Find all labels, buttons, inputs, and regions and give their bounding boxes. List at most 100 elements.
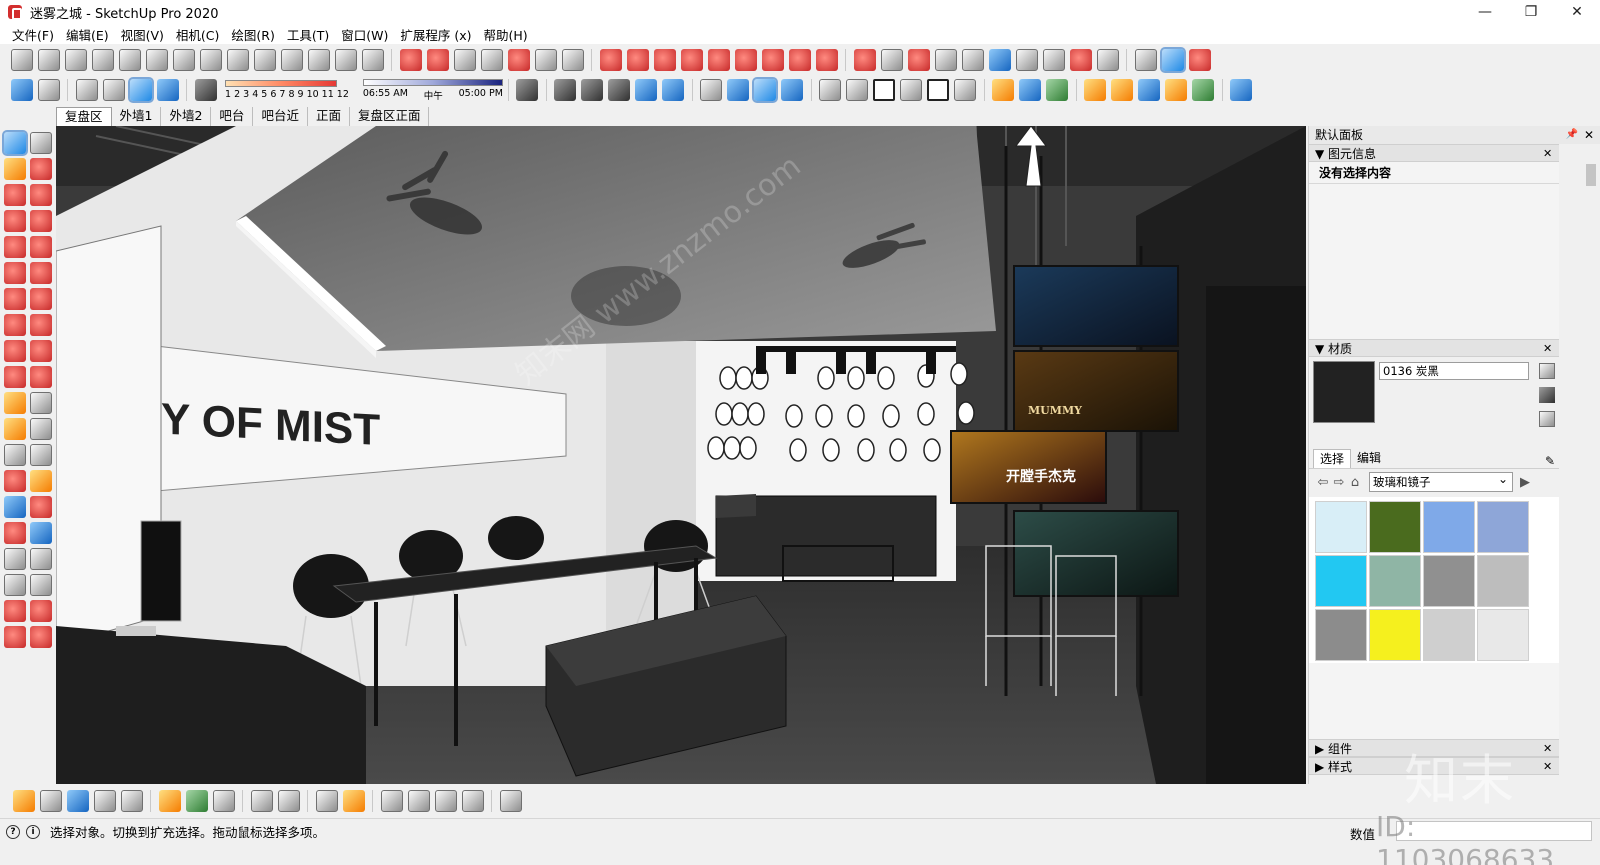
plugin-tool-icon[interactable] bbox=[788, 49, 811, 71]
axes-tool-icon[interactable] bbox=[4, 444, 26, 466]
section-plane-icon[interactable] bbox=[253, 49, 276, 71]
create-material-icon[interactable] bbox=[1539, 363, 1555, 379]
camera-icon[interactable] bbox=[120, 790, 143, 812]
material-swatch-item[interactable] bbox=[1477, 609, 1529, 661]
follow-me-tool-icon[interactable] bbox=[30, 340, 52, 362]
material-swatch[interactable] bbox=[1313, 361, 1375, 423]
select-tool-icon[interactable] bbox=[2, 130, 28, 156]
axes-icon[interactable] bbox=[700, 79, 723, 101]
push-pull-tool-icon[interactable] bbox=[30, 314, 52, 336]
view-iso-icon[interactable] bbox=[554, 79, 577, 101]
plugin-tool-icon[interactable] bbox=[1042, 49, 1065, 71]
menu-help[interactable]: 帮助(H) bbox=[478, 25, 534, 44]
back-arrow-icon[interactable]: ⇦ bbox=[1315, 475, 1331, 490]
section-plane-icon[interactable] bbox=[280, 49, 303, 71]
move-tool-icon[interactable] bbox=[4, 314, 26, 336]
plugin-tool-icon[interactable] bbox=[880, 49, 903, 71]
sample-paint-icon[interactable] bbox=[1539, 387, 1555, 403]
plugin-tool-icon[interactable] bbox=[561, 49, 584, 71]
layout-icon[interactable] bbox=[380, 790, 403, 812]
material-swatch-item[interactable] bbox=[1369, 609, 1421, 661]
view-front-icon[interactable] bbox=[608, 79, 631, 101]
info-icon[interactable] bbox=[342, 790, 365, 812]
menu-camera[interactable]: 相机(C) bbox=[170, 25, 225, 44]
entity-info-close-button[interactable]: ✕ bbox=[1543, 145, 1555, 163]
sandbox-tool-icon[interactable] bbox=[1084, 79, 1107, 101]
plugin-tool-icon[interactable] bbox=[1188, 49, 1211, 71]
previous-view-icon[interactable] bbox=[30, 522, 52, 544]
house-icon[interactable] bbox=[900, 79, 923, 101]
shadow-date-slider[interactable]: 1 2 3 4 5 6 7 8 9 10 11 12 bbox=[225, 80, 349, 100]
home-icon[interactable]: ⌂ bbox=[1347, 475, 1363, 490]
zoom-extents-icon[interactable] bbox=[4, 522, 26, 544]
menu-tools[interactable]: 工具(T) bbox=[281, 25, 335, 44]
user-icon[interactable] bbox=[1192, 79, 1215, 101]
plugin-tool-icon[interactable] bbox=[853, 49, 876, 71]
material-swatch-item[interactable] bbox=[1315, 555, 1367, 607]
plugin-tool-icon[interactable] bbox=[934, 49, 957, 71]
globe-icon[interactable] bbox=[499, 790, 522, 812]
ruby-console-icon[interactable] bbox=[30, 626, 52, 648]
section-plane-icon[interactable] bbox=[199, 49, 222, 71]
plugin-tool-icon[interactable] bbox=[1096, 49, 1119, 71]
house-icon[interactable] bbox=[954, 79, 977, 101]
section-plane-icon[interactable] bbox=[37, 49, 60, 71]
plugin-tool-icon[interactable] bbox=[1134, 49, 1157, 71]
eraser-icon[interactable] bbox=[30, 158, 52, 180]
entity-info-header[interactable]: ▼ 图元信息 ✕ bbox=[1309, 144, 1559, 162]
plugin-tool-icon[interactable] bbox=[1015, 49, 1038, 71]
close-button[interactable]: ✕ bbox=[1554, 0, 1600, 24]
plugin-tool-icon[interactable] bbox=[507, 49, 530, 71]
sliders-icon[interactable] bbox=[277, 790, 300, 812]
plugin-tool-icon[interactable] bbox=[961, 49, 984, 71]
tray-scrollbar[interactable] bbox=[1584, 152, 1598, 792]
material-swatch-item[interactable] bbox=[1315, 501, 1367, 553]
settings-icon[interactable] bbox=[212, 790, 235, 812]
zoom-window-icon[interactable] bbox=[30, 496, 52, 518]
section-plane-icon[interactable] bbox=[118, 49, 141, 71]
geo-location-icon[interactable]: ? bbox=[6, 824, 20, 839]
plugin-tool-icon[interactable] bbox=[399, 49, 422, 71]
rotated-rectangle-icon[interactable] bbox=[30, 210, 52, 232]
refresh-icon[interactable] bbox=[39, 790, 62, 812]
plugin-tool-icon[interactable] bbox=[761, 49, 784, 71]
orbit-tool-icon[interactable] bbox=[4, 470, 26, 492]
material-swatch-item[interactable] bbox=[1477, 501, 1529, 553]
chart-icon[interactable] bbox=[1230, 79, 1253, 101]
plugin-tool-icon[interactable] bbox=[93, 790, 116, 812]
details-arrow-icon[interactable]: ▶ bbox=[1517, 475, 1533, 490]
plugin-tool-icon[interactable] bbox=[734, 49, 757, 71]
sandbox-icon[interactable] bbox=[1046, 79, 1069, 101]
info-icon[interactable]: i bbox=[26, 824, 40, 839]
layout-send-icon[interactable] bbox=[4, 626, 26, 648]
paint-bucket-icon[interactable] bbox=[4, 158, 26, 180]
layout-icon[interactable] bbox=[434, 790, 457, 812]
pan-tool-icon[interactable] bbox=[30, 470, 52, 492]
circle-tool-icon[interactable] bbox=[4, 236, 26, 258]
view-top-icon[interactable] bbox=[581, 79, 604, 101]
shadow-time-slider[interactable]: 06:55 AM 中午 05:00 PM bbox=[362, 78, 503, 102]
section-plane-icon[interactable] bbox=[145, 49, 168, 71]
plugin-tool-icon[interactable] bbox=[626, 49, 649, 71]
arc-tool-icon[interactable] bbox=[4, 262, 26, 284]
menu-file[interactable]: 文件(F) bbox=[6, 25, 60, 44]
scene-tab[interactable]: 复盘区正面 bbox=[350, 107, 430, 126]
offset-tool-icon[interactable] bbox=[30, 366, 52, 388]
layout-icon[interactable] bbox=[461, 790, 484, 812]
plugin-tool-icon[interactable] bbox=[426, 49, 449, 71]
rotate-tool-icon[interactable] bbox=[4, 340, 26, 362]
material-swatch-item[interactable] bbox=[1369, 555, 1421, 607]
warehouse-tool-icon[interactable] bbox=[4, 600, 26, 622]
scene-tab[interactable]: 外墙1 bbox=[112, 107, 162, 126]
minimize-button[interactable]: — bbox=[1462, 0, 1508, 24]
scene-tab[interactable]: 正面 bbox=[308, 107, 350, 126]
plugin-tool-icon[interactable] bbox=[12, 790, 35, 812]
shaded-textures-style-icon[interactable] bbox=[156, 79, 179, 101]
shadow-date-bar[interactable] bbox=[225, 80, 337, 87]
plugin-tool-icon[interactable] bbox=[599, 49, 622, 71]
menu-window[interactable]: 窗口(W) bbox=[335, 25, 394, 44]
rectangle-tool-icon[interactable] bbox=[4, 210, 26, 232]
scrollbar-thumb[interactable] bbox=[1586, 164, 1596, 186]
make-component-icon[interactable] bbox=[30, 132, 52, 154]
section-plane-icon[interactable] bbox=[334, 49, 357, 71]
